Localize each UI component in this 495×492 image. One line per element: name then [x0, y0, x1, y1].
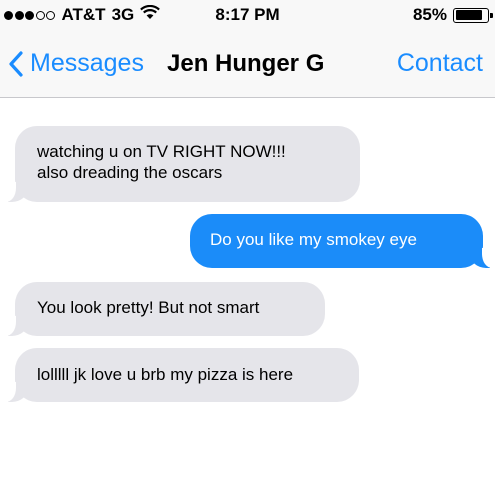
message-text: Do you like my smokey eye: [210, 230, 417, 249]
back-to-messages-button[interactable]: Messages: [8, 49, 144, 78]
message-text: lolllll jk love u brb my pizza is here: [37, 365, 294, 384]
back-button-label: Messages: [30, 49, 144, 77]
battery-icon: [453, 7, 493, 23]
message-text: You look pretty! But not smart: [37, 298, 260, 317]
battery-level-fill: [455, 10, 482, 20]
navigation-bar: Messages Jen Hunger G Contact: [0, 32, 495, 98]
message-text: watching u on TV RIGHT NOW!!! also dread…: [37, 142, 286, 182]
messages-screen: AT&T 3G 8:17 PM 85% Messages Jen Hunger …: [0, 0, 495, 492]
chevron-left-icon: [9, 50, 23, 77]
conversation-title: Jen Hunger G: [167, 50, 325, 77]
status-right: 85%: [412, 5, 493, 25]
message-bubble-received[interactable]: You look pretty! But not smart: [2, 282, 325, 336]
battery-percent: 85%: [412, 5, 447, 24]
message-bubble-received[interactable]: lolllll jk love u brb my pizza is here: [2, 348, 359, 402]
status-bar: AT&T 3G 8:17 PM 85%: [0, 0, 495, 32]
contact-button[interactable]: Contact: [397, 49, 483, 78]
message-bubble-received[interactable]: watching u on TV RIGHT NOW!!! also dread…: [2, 126, 360, 202]
message-bubble-sent[interactable]: Do you like my smokey eye: [190, 214, 495, 268]
